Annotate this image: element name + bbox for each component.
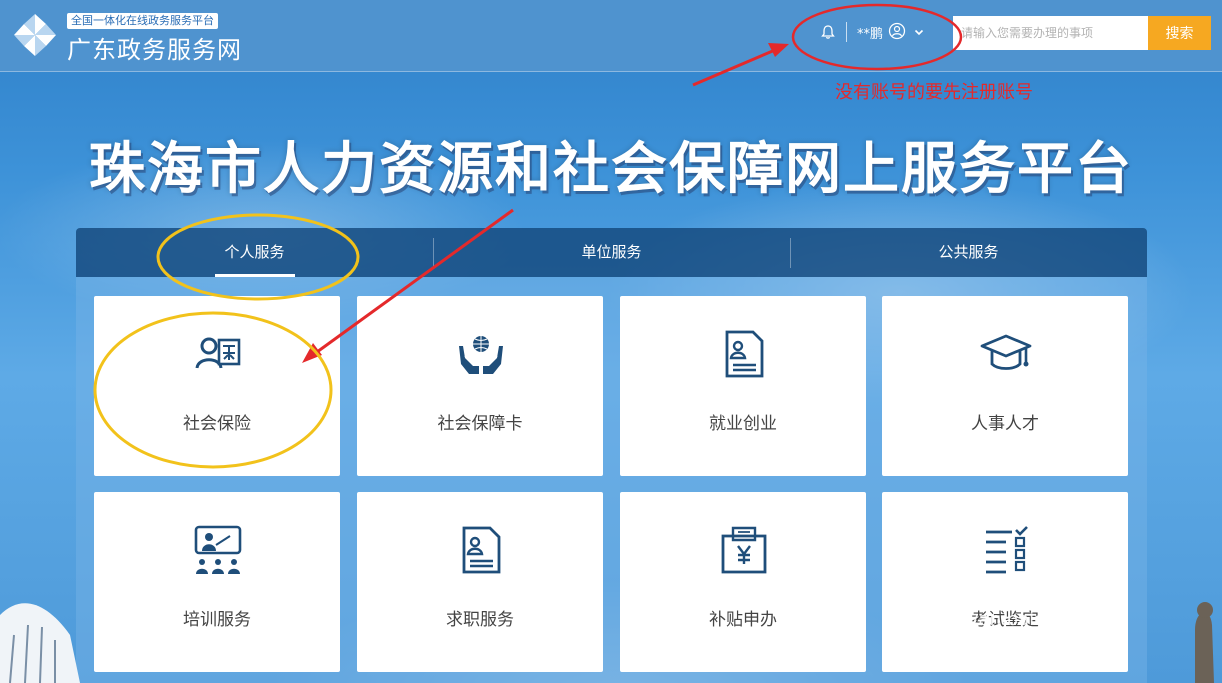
card-subsidy[interactable]: 补贴申办: [620, 492, 866, 672]
site-header: 全国一体化在线政务服务平台 广东政务服务网 **鹏 搜索: [0, 0, 1222, 72]
baidu-watermark: Bai 经验 jingyan.baidu.com: [935, 575, 1101, 630]
card-label: 求职服务: [446, 610, 514, 630]
watermark-url: jingyan.baidu.com: [935, 609, 1102, 630]
card-label: 培训服务: [183, 610, 251, 630]
card-label: 人事人才: [971, 414, 1039, 434]
service-tabs: 个人服务 单位服务 公共服务: [76, 228, 1147, 277]
tab-public-service[interactable]: 公共服务: [790, 228, 1147, 277]
tab-personal-service[interactable]: 个人服务: [76, 228, 433, 277]
chevron-down-icon[interactable]: [913, 26, 925, 38]
card-social-insurance[interactable]: 社会保险: [94, 296, 340, 476]
person-insurance-icon: [195, 337, 241, 369]
card-personnel-talent[interactable]: 人事人才: [882, 296, 1128, 476]
user-avatar-icon[interactable]: [888, 22, 906, 40]
search-input[interactable]: [953, 16, 1148, 50]
logo-subtitle: 全国一体化在线政务服务平台: [67, 13, 218, 29]
card-label: 社会保障卡: [437, 414, 523, 434]
pinwheel-logo-icon[interactable]: [12, 12, 58, 58]
logo-title[interactable]: 广东政务服务网: [67, 30, 242, 65]
username[interactable]: **鹏: [857, 23, 883, 42]
card-employment[interactable]: 就业创业: [620, 296, 866, 476]
tab-unit-service[interactable]: 单位服务: [433, 228, 790, 277]
bell-icon[interactable]: [820, 24, 836, 40]
resume-document-icon: [725, 330, 764, 378]
hands-globe-icon: [459, 336, 503, 374]
checklist-icon: [986, 526, 1028, 574]
card-label: 就业创业: [709, 414, 777, 434]
job-document-icon: [462, 526, 501, 574]
annotation-note: 没有账号的要先注册账号: [835, 82, 1033, 103]
card-training[interactable]: 培训服务: [94, 492, 340, 672]
watermark-text: Bai 经验: [935, 581, 1021, 606]
search-button[interactable]: 搜索: [1148, 16, 1211, 50]
card-job-seeking[interactable]: 求职服务: [357, 492, 603, 672]
card-label: 补贴申办: [709, 610, 777, 630]
yuan-subsidy-icon: [721, 526, 767, 574]
card-label: 社会保险: [183, 414, 251, 434]
presentation-icon: [194, 525, 242, 574]
page-title: 珠海市人力资源和社会保障网上服务平台: [89, 137, 1133, 202]
graduation-cap-icon: [980, 334, 1032, 370]
header-divider: [846, 22, 847, 42]
card-social-security-card[interactable]: 社会保障卡: [357, 296, 603, 476]
